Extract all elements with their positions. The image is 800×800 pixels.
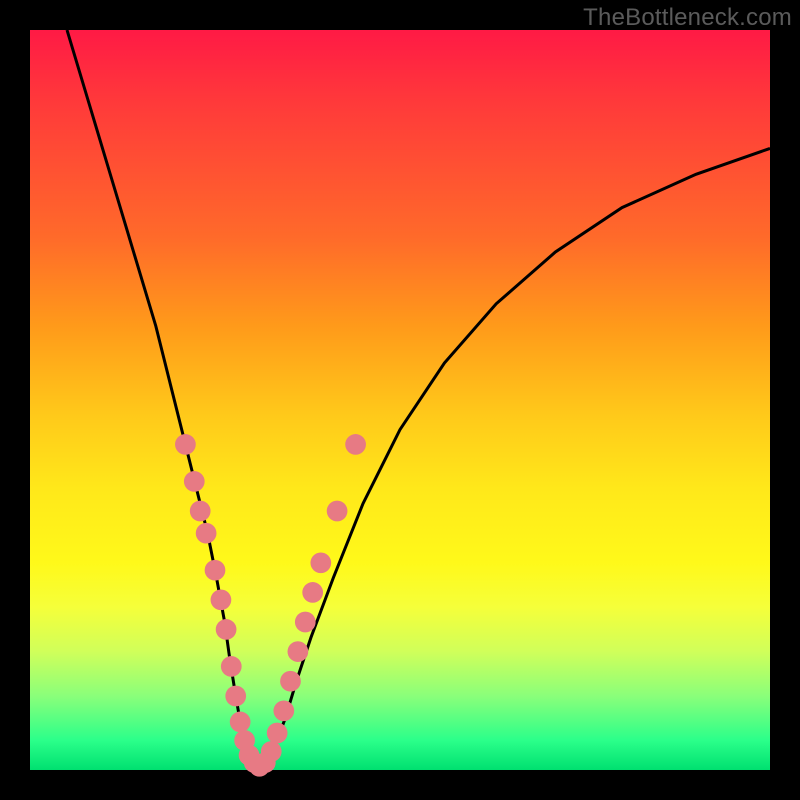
chart-svg [30, 30, 770, 770]
marker-point [190, 501, 211, 522]
marker-point [196, 523, 217, 544]
marker-point [184, 471, 205, 492]
bottleneck-curve [67, 30, 770, 766]
marker-point [225, 686, 246, 707]
marker-point [310, 552, 331, 573]
marker-point [288, 641, 309, 662]
marker-point [175, 434, 196, 455]
marker-point [280, 671, 301, 692]
marker-point [205, 560, 226, 581]
watermark-text: TheBottleneck.com [583, 4, 792, 32]
marker-point [295, 612, 316, 633]
marker-point [261, 741, 282, 762]
marker-point [327, 501, 348, 522]
marker-group [175, 434, 366, 777]
marker-point [221, 656, 242, 677]
marker-point [211, 589, 232, 610]
marker-point [273, 700, 294, 721]
marker-point [267, 723, 288, 744]
marker-point [345, 434, 366, 455]
chart-frame: TheBottleneck.com [0, 0, 800, 800]
marker-point [230, 712, 251, 733]
marker-point [302, 582, 323, 603]
plot-area [30, 30, 770, 770]
marker-point [216, 619, 237, 640]
